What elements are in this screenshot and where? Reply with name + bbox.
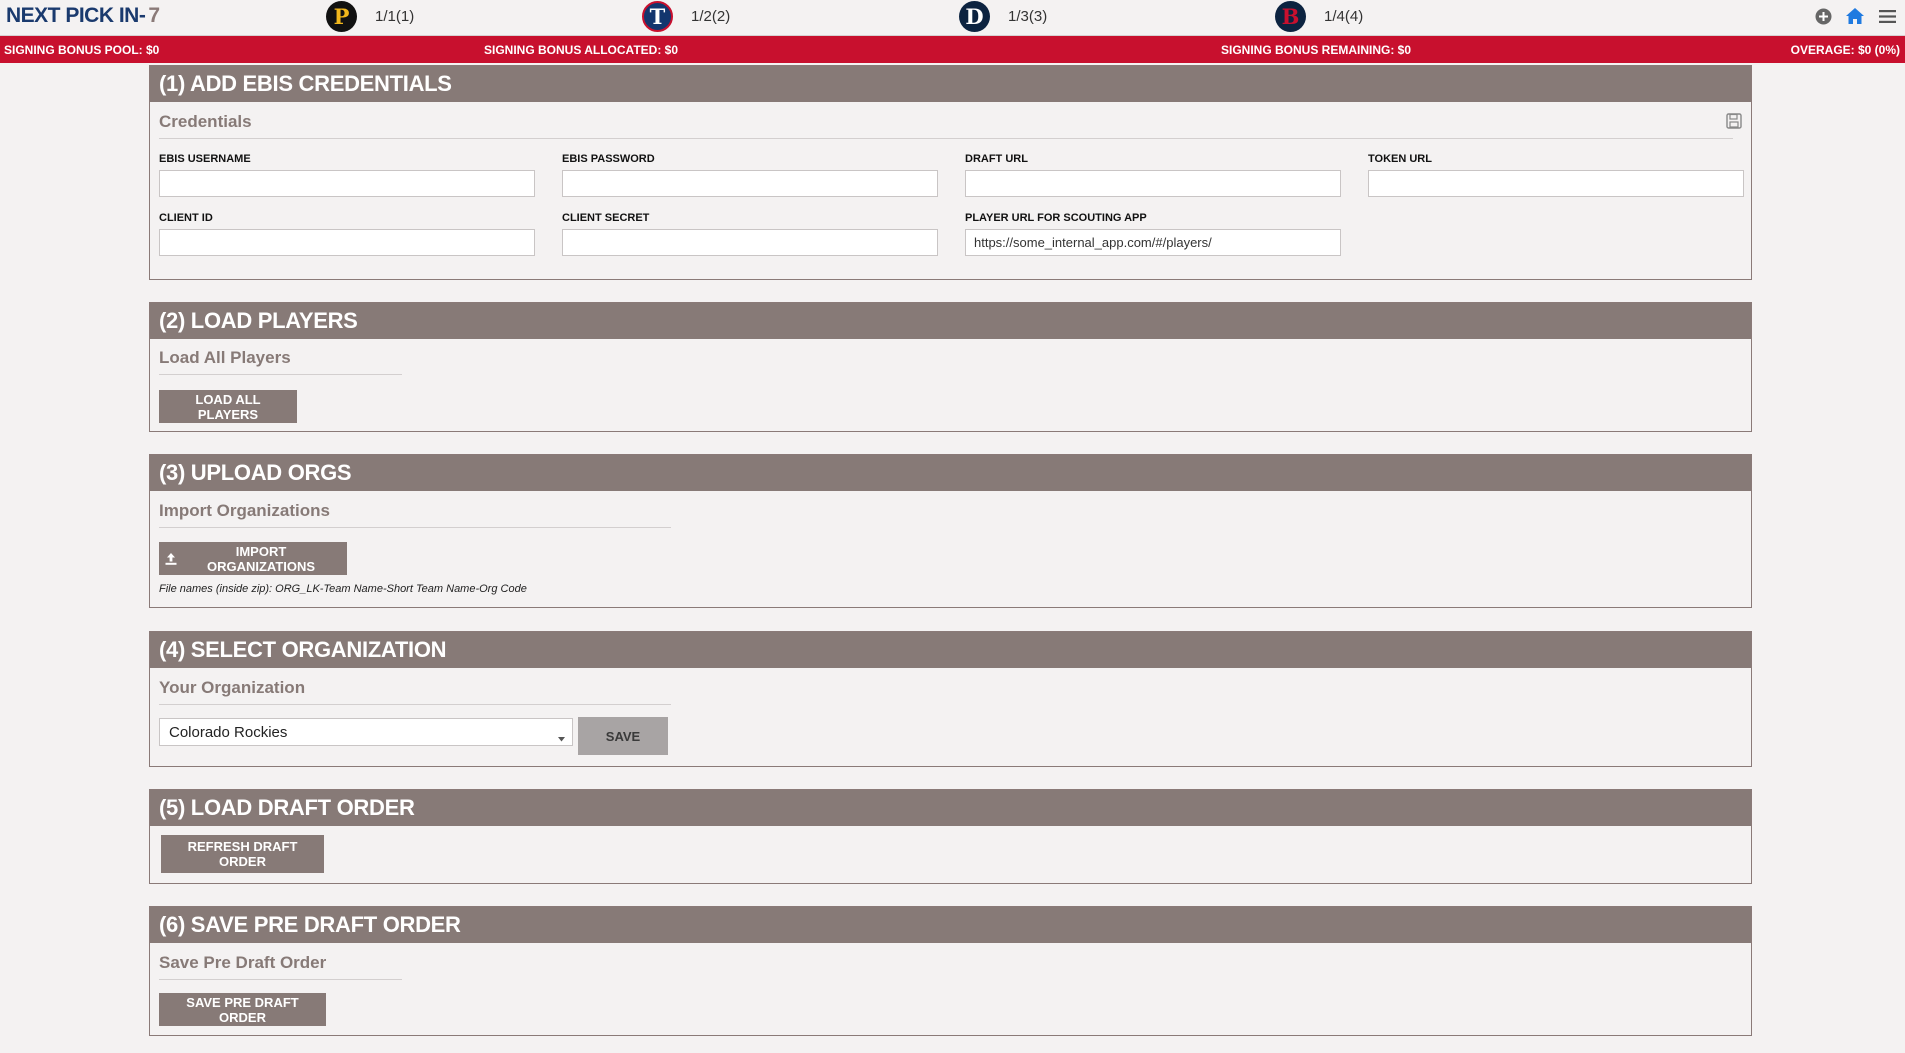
pick-label: 1/4(4) — [1324, 8, 1364, 25]
save-pre-draft-label: Save Pre Draft Order — [159, 953, 327, 972]
draft-pick-2[interactable]: T 1/2(2) — [642, 1, 730, 32]
credentials-label: Credentials — [159, 112, 252, 131]
tigers-logo-icon: D — [959, 1, 990, 32]
pirates-logo-icon: P — [326, 1, 357, 32]
token-url-label: TOKEN URL — [1368, 153, 1432, 165]
file-name-note: File names (inside zip): ORG_LK-Team Nam… — [159, 583, 527, 595]
section-select-organization: (4) SELECT ORGANIZATION Your Organizatio… — [149, 631, 1752, 767]
load-players-label: Load All Players — [159, 348, 291, 367]
signing-bonus-bar: SIGNING BONUS POOL: $0 SIGNING BONUS ALL… — [0, 36, 1905, 63]
import-organizations-label: IMPORT ORGANIZATIONS — [206, 543, 316, 574]
client-id-input[interactable] — [159, 229, 535, 256]
ebis-password-label: EBIS PASSWORD — [562, 153, 655, 165]
team-logo-letter: B — [1281, 4, 1300, 29]
section-title: (3) UPLOAD ORGS — [150, 455, 1751, 491]
team-logo-letter: P — [333, 4, 350, 29]
section-title: (5) LOAD DRAFT ORDER — [150, 790, 1751, 826]
save-pre-draft-subheading: Save Pre Draft Order — [159, 953, 402, 980]
ebis-password-input[interactable] — [562, 170, 938, 197]
organization-selected-value: Colorado Rockies — [169, 724, 288, 741]
pick-label: 1/3(3) — [1008, 8, 1048, 25]
your-organization-label: Your Organization — [159, 678, 306, 697]
section-title: (4) SELECT ORGANIZATION — [150, 632, 1751, 668]
ebis-username-label: EBIS USERNAME — [159, 153, 251, 165]
bonus-overage: OVERAGE: $0 (0%) — [1790, 43, 1900, 57]
import-orgs-label: Import Organizations — [159, 501, 330, 520]
bonus-remaining: SIGNING BONUS REMAINING: $0 — [1221, 43, 1412, 57]
client-secret-input[interactable] — [562, 229, 938, 256]
section-load-draft-order: (5) LOAD DRAFT ORDER REFRESH DRAFT ORDER — [149, 789, 1752, 884]
draft-pick-1[interactable]: P 1/1(1) — [326, 1, 414, 32]
ebis-username-input[interactable] — [159, 170, 535, 197]
player-url-label: PLAYER URL FOR SCOUTING APP — [965, 212, 1147, 224]
client-id-label: CLIENT ID — [159, 212, 213, 224]
team-logo-letter: T — [649, 4, 666, 29]
draft-url-label: DRAFT URL — [965, 153, 1028, 165]
save-pre-draft-order-button[interactable]: SAVE PRE DRAFT ORDER — [159, 993, 326, 1026]
upload-icon — [165, 552, 177, 565]
draft-pick-4[interactable]: B 1/4(4) — [1275, 1, 1363, 32]
section-title: (2) LOAD PLAYERS — [150, 303, 1751, 339]
pick-label: 1/2(2) — [691, 8, 731, 25]
menu-icon[interactable] — [1877, 6, 1897, 26]
section-load-players: (2) LOAD PLAYERS Load All Players LOAD A… — [149, 302, 1752, 432]
draft-url-input[interactable] — [965, 170, 1341, 197]
rangers-logo-icon: T — [642, 1, 673, 32]
token-url-input[interactable] — [1368, 170, 1744, 197]
refresh-draft-order-button[interactable]: REFRESH DRAFT ORDER — [161, 835, 324, 873]
draft-pick-3[interactable]: D 1/3(3) — [959, 1, 1047, 32]
client-secret-label: CLIENT SECRET — [562, 212, 650, 224]
section-save-pre-draft-order: (6) SAVE PRE DRAFT ORDER Save Pre Draft … — [149, 906, 1752, 1036]
next-pick-indicator: NEXT PICK IN- 7 — [6, 4, 160, 28]
team-logo-letter: D — [965, 4, 984, 29]
home-icon[interactable] — [1845, 6, 1865, 26]
save-organization-button[interactable]: SAVE — [578, 717, 668, 755]
bonus-allocated: SIGNING BONUS ALLOCATED: $0 — [484, 43, 679, 57]
import-orgs-subheading: Import Organizations — [159, 501, 671, 528]
section-ebis-credentials: (1) ADD EBIS CREDENTIALS Credentials EBI… — [149, 65, 1752, 280]
plus-circle-icon[interactable] — [1813, 6, 1833, 26]
red-sox-logo-icon: B — [1275, 1, 1306, 32]
load-all-players-button[interactable]: LOAD ALL PLAYERS — [159, 390, 297, 423]
caret-down-icon — [558, 729, 565, 747]
section-title: (1) ADD EBIS CREDENTIALS — [150, 66, 1751, 102]
bonus-pool: SIGNING BONUS POOL: $0 — [4, 43, 160, 57]
next-pick-label: NEXT PICK IN- — [6, 4, 146, 27]
import-organizations-button[interactable]: IMPORT ORGANIZATIONS — [159, 542, 347, 575]
credentials-subheading: Credentials — [159, 112, 1733, 139]
section-title: (6) SAVE PRE DRAFT ORDER — [150, 907, 1751, 943]
next-pick-count: 7 — [148, 4, 160, 27]
player-url-input[interactable]: https://some_internal_app.com/#/players/ — [965, 229, 1341, 256]
your-organization-subheading: Your Organization — [159, 678, 671, 705]
organization-select[interactable]: Colorado Rockies — [159, 718, 573, 746]
section-upload-orgs: (3) UPLOAD ORGS Import Organizations IMP… — [149, 454, 1752, 608]
top-bar: NEXT PICK IN- 7 P 1/1(1) T 1/2(2) D 1/3(3… — [0, 0, 1905, 36]
load-players-subheading: Load All Players — [159, 348, 402, 375]
pick-label: 1/1(1) — [375, 8, 415, 25]
save-disk-icon[interactable] — [1726, 113, 1742, 134]
